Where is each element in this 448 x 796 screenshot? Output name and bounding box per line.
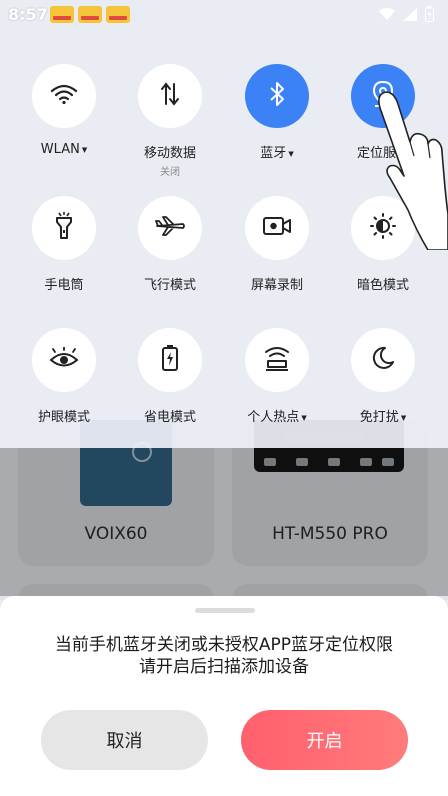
tile-button[interactable] <box>245 196 309 260</box>
battery-icon <box>425 6 434 22</box>
dim-overlay <box>0 448 448 596</box>
tile-label: 蓝牙 ▼ <box>225 142 329 161</box>
cancel-button[interactable]: 取消 <box>41 710 208 770</box>
signal-icon <box>403 7 417 21</box>
tile-label-text: 免打扰 <box>359 410 399 425</box>
tile-label-text: 省电模式 <box>143 410 196 425</box>
flashlight-icon <box>54 212 74 244</box>
tile-label-text: 手电筒 <box>44 278 84 293</box>
tile-label: 免打扰 ▼ <box>331 406 435 425</box>
mobile-data-icon <box>159 82 181 110</box>
hotspot-icon <box>263 345 291 375</box>
tile-button[interactable] <box>245 64 309 128</box>
tile-label-text: 暗色模式 <box>356 278 409 293</box>
system-icons <box>379 6 434 22</box>
tile-label: 手电筒 <box>12 274 116 293</box>
quick-tile[interactable]: 护眼模式 <box>12 328 116 425</box>
tile-button[interactable] <box>138 328 202 392</box>
wifi-status-icon <box>379 7 395 20</box>
battery-saver-icon <box>161 344 179 376</box>
tile-button[interactable] <box>351 328 415 392</box>
tile-label-text: 飞行模式 <box>143 278 196 293</box>
tile-label: 个人热点 ▼ <box>225 406 329 425</box>
screen-record-icon <box>263 216 291 240</box>
quick-tile[interactable]: 蓝牙 ▼ <box>225 64 329 161</box>
open-button[interactable]: 开启 <box>241 710 408 770</box>
tile-label: 暗色模式 <box>331 274 435 293</box>
status-time: 8:57 <box>8 5 48 24</box>
caret-down-icon[interactable]: ▼ <box>301 414 306 422</box>
notification-app-icon <box>106 6 130 23</box>
moon-icon <box>371 346 395 374</box>
quick-tile[interactable]: 免打扰 ▼ <box>331 328 435 425</box>
wifi-icon <box>50 83 78 109</box>
tile-sublabel: 关闭 <box>160 167 180 178</box>
bluetooth-permission-sheet: 当前手机蓝牙关闭或未授权APP蓝牙定位权限 请开启后扫描添加设备 取消 开启 <box>0 596 448 796</box>
tile-label-text: 移动数据 <box>143 146 196 161</box>
pointing-hand-icon <box>378 91 448 250</box>
tile-button[interactable] <box>32 328 96 392</box>
tile-label-text: 个人热点 <box>247 410 300 425</box>
tile-button[interactable] <box>32 196 96 260</box>
permission-message: 当前手机蓝牙关闭或未授权APP蓝牙定位权限 请开启后扫描添加设备 <box>20 634 428 678</box>
tile-label: 移动数据 <box>118 142 222 161</box>
quick-tile[interactable]: 移动数据 关闭 <box>118 64 222 178</box>
tile-label-text: WLAN <box>40 142 80 157</box>
tile-label-text: 蓝牙 <box>260 146 287 161</box>
tile-label: WLAN ▼ <box>12 142 116 157</box>
notification-app-icon <box>78 6 102 23</box>
tile-label: 屏幕录制 <box>225 274 329 293</box>
tile-label-text: 屏幕录制 <box>250 278 303 293</box>
quick-tile[interactable]: 手电筒 <box>12 196 116 293</box>
bluetooth-icon <box>268 81 286 111</box>
tile-button[interactable] <box>245 328 309 392</box>
message-line-2: 请开启后扫描添加设备 <box>139 657 309 677</box>
tile-button[interactable] <box>32 64 96 128</box>
tile-label: 护眼模式 <box>12 406 116 425</box>
quick-tile[interactable]: 省电模式 <box>118 328 222 425</box>
status-bar: 8:57 <box>0 0 448 30</box>
eye-icon <box>49 346 79 373</box>
sheet-drag-handle[interactable] <box>195 608 255 613</box>
notification-app-icon <box>50 6 74 23</box>
quick-tile[interactable]: WLAN ▼ <box>12 64 116 157</box>
notification-icons <box>50 6 130 23</box>
quick-tile[interactable]: 个人热点 ▼ <box>225 328 329 425</box>
tile-label: 省电模式 <box>118 406 222 425</box>
caret-down-icon[interactable]: ▼ <box>82 146 87 154</box>
airplane-icon <box>155 215 185 241</box>
caret-down-icon[interactable]: ▼ <box>288 150 293 158</box>
quick-settings-panel: 8:57 WLAN ▼ 移动数据 关闭 蓝牙 ▼ 定位服务 手电筒 飞行模式 屏幕录制 暗色模式 护眼… <box>0 0 448 448</box>
tile-button[interactable] <box>138 196 202 260</box>
message-line-1: 当前手机蓝牙关闭或未授权APP蓝牙定位权限 <box>54 635 394 655</box>
tile-button[interactable] <box>138 64 202 128</box>
tile-label-text: 护眼模式 <box>37 410 90 425</box>
caret-down-icon[interactable]: ▼ <box>401 414 406 422</box>
quick-tile[interactable]: 屏幕录制 <box>225 196 329 293</box>
quick-tile[interactable]: 飞行模式 <box>118 196 222 293</box>
tile-label: 飞行模式 <box>118 274 222 293</box>
